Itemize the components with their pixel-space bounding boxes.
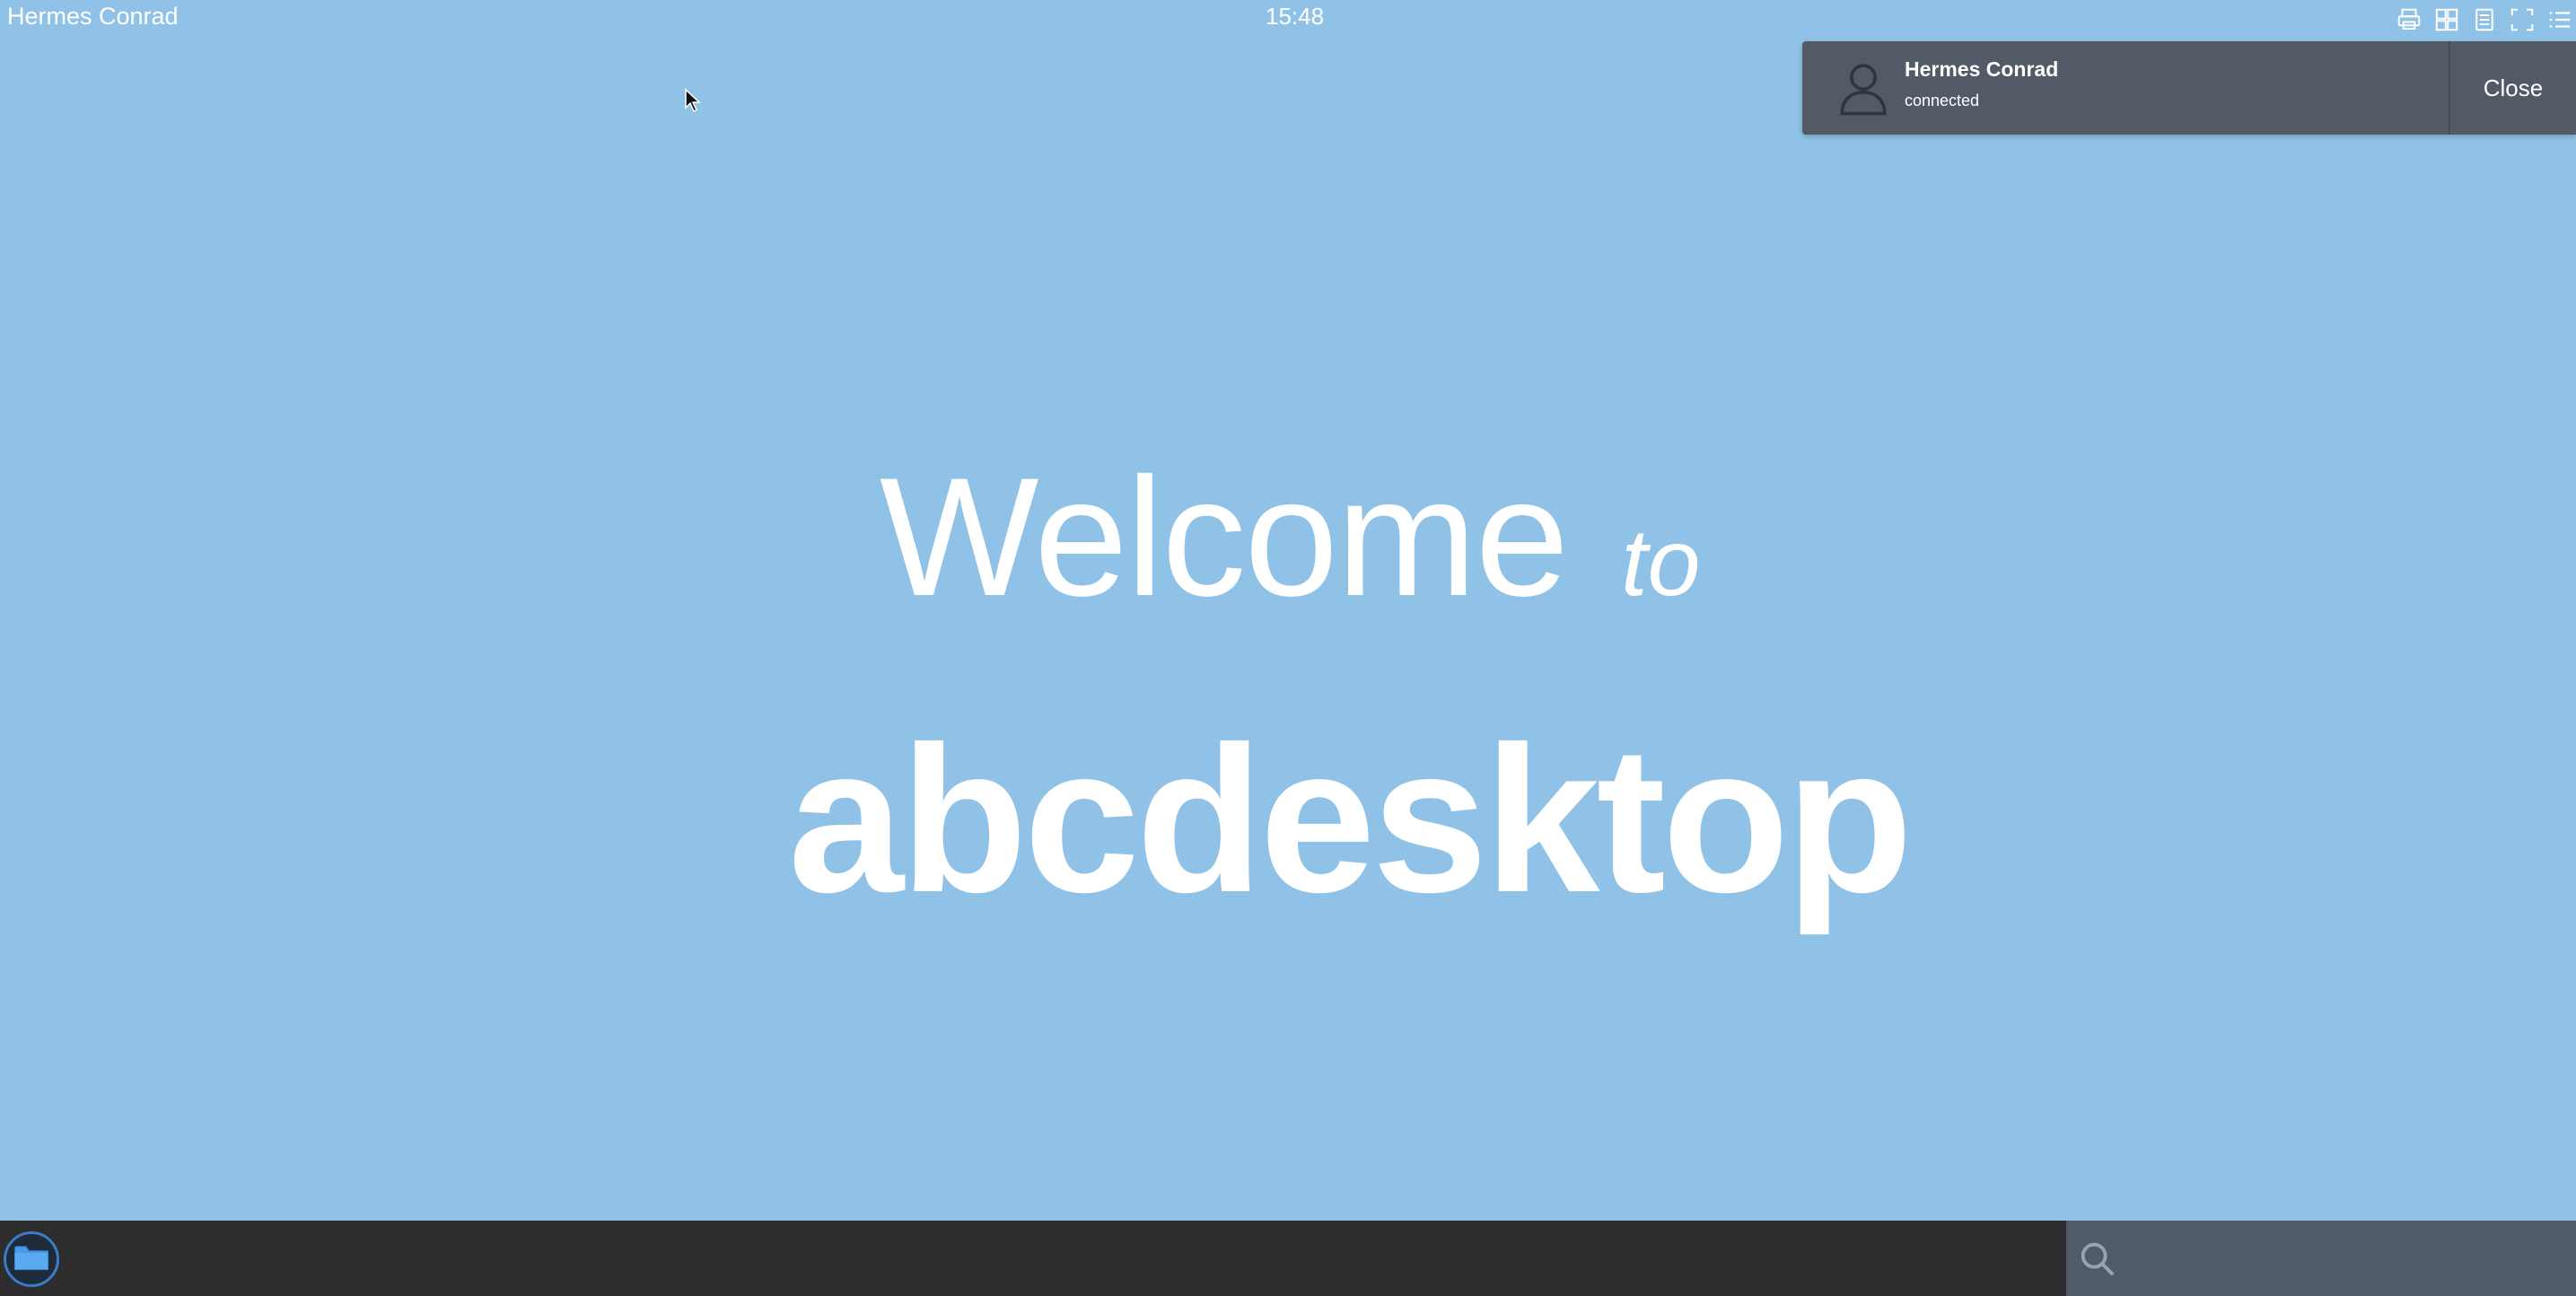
search-input[interactable] <box>2125 1233 2560 1285</box>
product-name: abcdesktop <box>788 704 1913 936</box>
clipboard-icon[interactable] <box>2468 4 2501 36</box>
notification-title: Hermes Conrad <box>1905 57 2059 81</box>
taskbar <box>0 1221 2576 1296</box>
user-avatar-icon <box>1829 54 1897 122</box>
welcome-to-word: to <box>1621 510 1701 616</box>
mouse-pointer-icon <box>684 88 702 115</box>
notification-subtitle: connected <box>1905 92 1980 109</box>
dock-file-manager-button[interactable] <box>4 1231 59 1287</box>
notification-close-button[interactable]: Close <box>2450 41 2576 135</box>
folder-icon <box>13 1243 49 1276</box>
user-name-label: Hermes Conrad <box>7 3 179 30</box>
fullscreen-icon[interactable] <box>2506 4 2538 36</box>
search-bar <box>2066 1221 2576 1296</box>
search-icon <box>2077 1239 2118 1280</box>
top-bar: Hermes Conrad 15:48 <box>0 0 2576 36</box>
desktop-background[interactable]: Hermes Conrad 15:48 Hermes Conrad connec… <box>0 0 2576 1221</box>
clock: 15:48 <box>1266 3 1325 30</box>
welcome-heading: Welcome to <box>880 440 1701 634</box>
top-right-toolbar <box>2393 4 2576 36</box>
welcome-word: Welcome <box>880 442 1569 631</box>
printer-icon[interactable] <box>2393 4 2425 36</box>
menu-list-icon[interactable] <box>2544 4 2576 36</box>
apps-grid-icon[interactable] <box>2431 4 2463 36</box>
connection-notification: Hermes Conrad connected Close <box>1802 41 2576 135</box>
